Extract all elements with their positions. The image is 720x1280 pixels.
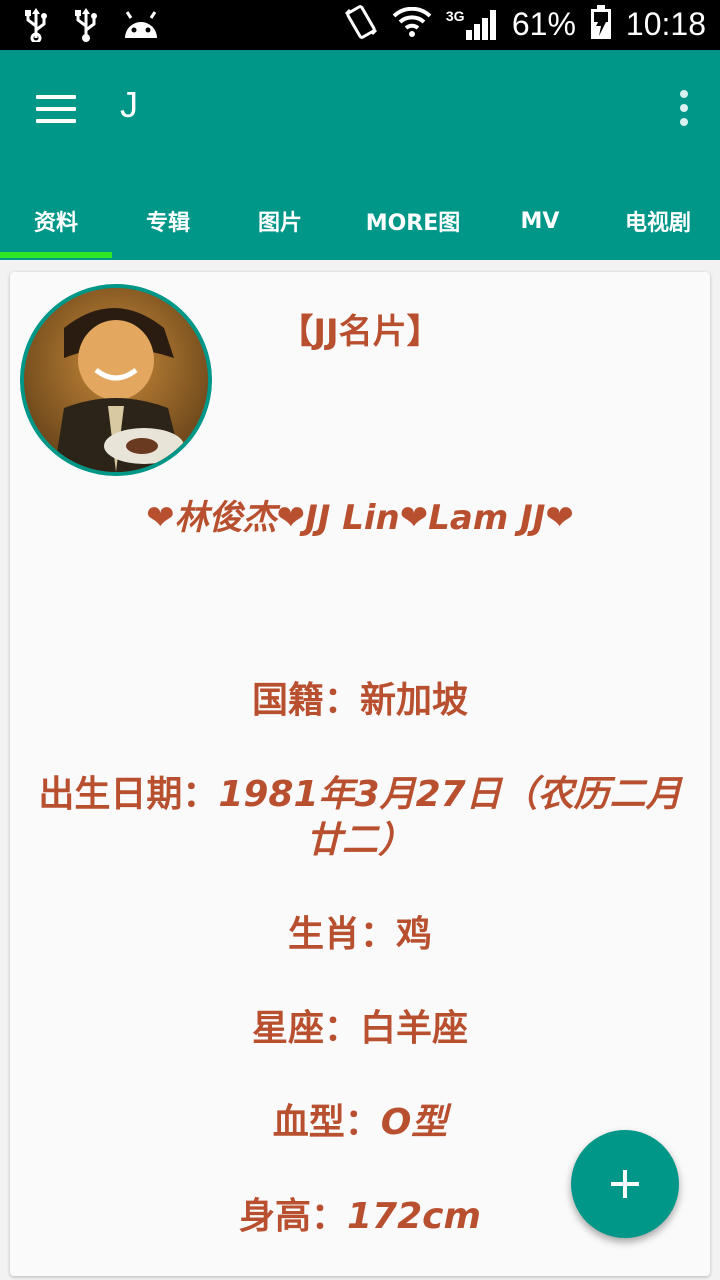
- name-cantonese: Lam JJ: [428, 498, 546, 538]
- info-birthdate: 出生日期：1981年3月27日（农历二月廿二）: [30, 772, 690, 864]
- heart-icon: ❤: [545, 498, 574, 538]
- tab-profile[interactable]: 资料: [0, 188, 112, 254]
- app-bar: J 资料 专辑 图片 MORE图 MV 电视剧: [0, 50, 720, 260]
- system-icons: 3G 61% 10:18: [344, 4, 706, 44]
- info-value: 白羊座: [360, 1008, 469, 1049]
- android-icon: [122, 10, 160, 44]
- tab-bar: 资料 专辑 图片 MORE图 MV 电视剧: [0, 188, 720, 260]
- tab-pictures[interactable]: 图片: [224, 188, 336, 254]
- name-chinese: 林俊杰: [174, 498, 277, 538]
- usb-icon: [22, 8, 50, 46]
- name-english: JJ Lin: [305, 498, 400, 538]
- profile-card: 【JJ名片】 ❤林俊杰❤JJ Lin❤Lam JJ❤ 国籍：新加坡 出生日期：1…: [10, 272, 710, 1276]
- heart-icon: ❤: [276, 498, 306, 538]
- info-label: 生肖：: [287, 914, 396, 955]
- status-bar: 3G 61% 10:18: [0, 0, 720, 50]
- artist-names: ❤林俊杰❤JJ Lin❤Lam JJ❤: [10, 490, 710, 539]
- cell-signal-icon: 3G: [446, 6, 498, 42]
- info-blood-type: 血型：O型: [30, 1100, 690, 1146]
- plus-icon: [611, 1170, 639, 1198]
- hamburger-menu-icon[interactable]: [30, 88, 82, 130]
- info-label: 国籍：: [251, 680, 360, 721]
- avatar[interactable]: [20, 284, 212, 476]
- info-value: 1981年3月27日（农历二月廿二）: [218, 774, 682, 861]
- info-value: 鸡: [396, 914, 433, 955]
- battery-charging-icon: [590, 4, 612, 44]
- app-title: J: [120, 84, 138, 125]
- info-nationality: 国籍：新加坡: [30, 678, 690, 724]
- battery-percent: 61%: [511, 5, 576, 42]
- info-label: 身高：: [238, 1196, 347, 1237]
- usb-icon: [72, 8, 100, 46]
- info-zodiac: 生肖：鸡: [30, 912, 690, 958]
- add-button[interactable]: [571, 1130, 679, 1238]
- clock: 10:18: [625, 5, 706, 42]
- tab-albums[interactable]: 专辑: [112, 188, 224, 254]
- info-star-sign: 星座：白羊座: [30, 1006, 690, 1052]
- heart-icon: ❤: [399, 498, 429, 538]
- profile-title: 【JJ名片】: [279, 312, 441, 352]
- tab-more-pictures[interactable]: MORE图: [336, 188, 490, 254]
- tab-mv[interactable]: MV: [490, 188, 590, 254]
- vibrate-rotate-icon: [344, 4, 378, 44]
- notification-icons: [22, 8, 160, 46]
- heart-icon: ❤: [146, 498, 175, 538]
- info-label: 星座：: [251, 1008, 360, 1049]
- info-label: 血型：: [272, 1102, 381, 1143]
- info-value: O型: [380, 1102, 448, 1143]
- wifi-icon: [392, 6, 432, 41]
- info-label: 出生日期：: [38, 774, 219, 815]
- tab-tv-series[interactable]: 电视剧: [590, 188, 720, 254]
- more-vert-icon[interactable]: [672, 88, 696, 128]
- info-value: 新加坡: [360, 680, 469, 721]
- info-value: 172cm: [347, 1196, 481, 1237]
- selected-tab-indicator: [0, 252, 112, 258]
